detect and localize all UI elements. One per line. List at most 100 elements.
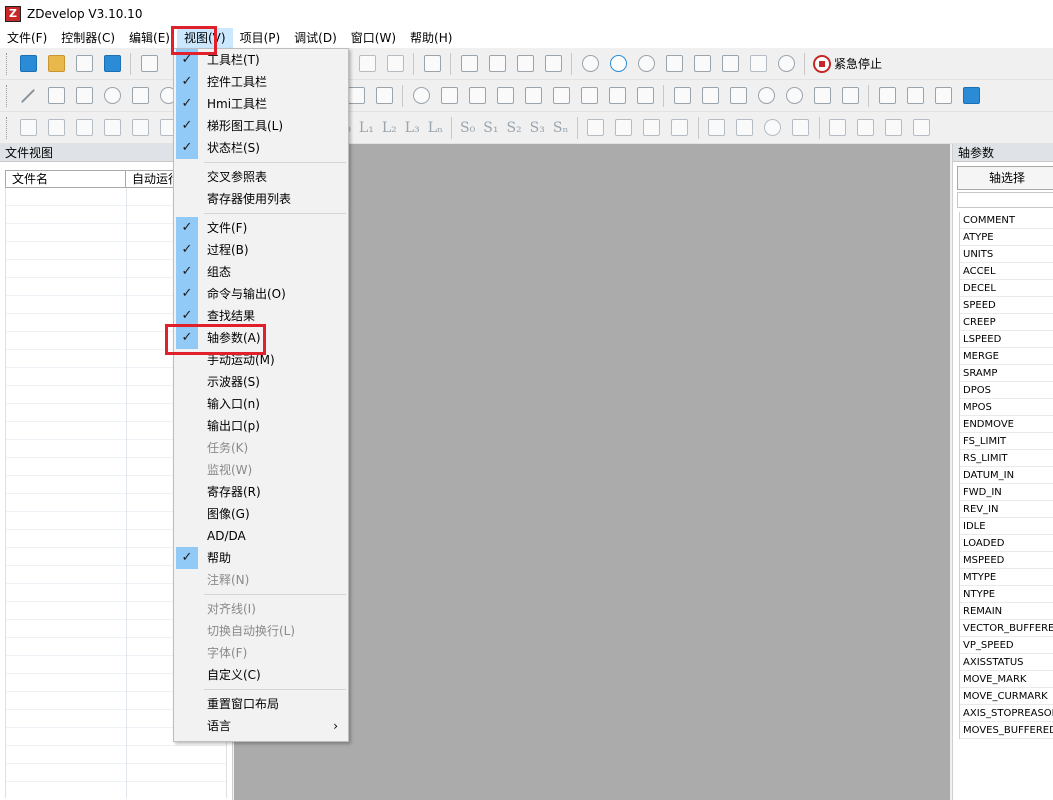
menu-edit[interactable]: 编辑(E) — [122, 28, 177, 48]
run-button[interactable] — [606, 52, 630, 76]
curve-tool-button[interactable] — [128, 84, 152, 108]
palette-tool-button[interactable] — [782, 84, 806, 108]
cad-tool-button[interactable] — [838, 84, 862, 108]
ladder-s1-button[interactable]: S₁ — [483, 120, 498, 136]
keypad-tool-button[interactable] — [465, 84, 489, 108]
step-into-button[interactable] — [662, 52, 686, 76]
ladder-s3-button[interactable]: S₃ — [530, 120, 545, 136]
axis-param-row[interactable]: MSPEED — [960, 552, 1053, 569]
axis-param-row[interactable]: ACCEL — [960, 263, 1053, 280]
center-h-button[interactable] — [128, 116, 152, 140]
ladder-sn-button[interactable]: Sₙ — [553, 120, 569, 136]
run-to-cursor-button[interactable] — [746, 52, 770, 76]
column-filename[interactable]: 文件名 — [6, 171, 126, 187]
contact-rise-button[interactable] — [640, 116, 664, 140]
view-menu-item[interactable]: 示波器(S) — [174, 371, 348, 393]
view-menu-item[interactable]: ✓ 文件(F) — [174, 217, 348, 239]
menu-file[interactable]: 文件(F) — [0, 28, 54, 48]
view-menu-item[interactable]: 输入口(n) — [174, 393, 348, 415]
stop-debug-button[interactable] — [774, 52, 798, 76]
axis-param-row[interactable]: VP_SPEED — [960, 637, 1053, 654]
toolbar-grip[interactable] — [6, 52, 9, 75]
value-tool-button[interactable] — [670, 84, 694, 108]
axis-param-row[interactable]: MERGE — [960, 348, 1053, 365]
text-tool-button[interactable] — [698, 84, 722, 108]
axis-param-row[interactable]: MPOS — [960, 399, 1053, 416]
coil-button[interactable] — [761, 116, 785, 140]
switch-tool-button[interactable] — [521, 84, 545, 108]
view-menu-item[interactable]: ✓ 帮助 — [174, 547, 348, 569]
save-all-button[interactable] — [100, 52, 124, 76]
axis-param-row[interactable]: MTYPE — [960, 569, 1053, 586]
ladder-l3-button[interactable]: L₃ — [405, 120, 420, 136]
menu-help[interactable]: 帮助(H) — [403, 28, 459, 48]
view-menu-item[interactable]: 对齐线(I) — [174, 598, 348, 620]
contact-no-button[interactable] — [584, 116, 608, 140]
print-button[interactable] — [420, 52, 444, 76]
view-menu-item[interactable]: 重置窗口布局 — [174, 693, 348, 715]
axis-param-row[interactable]: LOADED — [960, 535, 1053, 552]
view-menu-item[interactable]: 字体(F) — [174, 642, 348, 664]
view-menu-item[interactable]: ✓ 轴参数(A) — [174, 327, 348, 349]
align-right-button[interactable] — [44, 116, 68, 140]
view-menu-item[interactable]: AD/DA — [174, 525, 348, 547]
pause-button[interactable] — [634, 52, 658, 76]
view-menu-item[interactable]: 图像(G) — [174, 503, 348, 525]
axis-param-row[interactable]: MOVES_BUFFERED — [960, 722, 1053, 739]
axis-param-row[interactable]: IDLE — [960, 518, 1053, 535]
view-menu-item[interactable]: 监视(W) — [174, 459, 348, 481]
contact-nc-button[interactable] — [612, 116, 636, 140]
view-menu-item[interactable]: ✓ 组态 — [174, 261, 348, 283]
axis-param-row[interactable]: COMMENT — [960, 212, 1053, 229]
toolbar-grip[interactable] — [6, 116, 9, 139]
menu-project[interactable]: 项目(P) — [233, 28, 288, 48]
axis-param-row[interactable]: AXISSTATUS — [960, 654, 1053, 671]
ladder-s2-button[interactable]: S₂ — [506, 120, 521, 136]
axis-param-row[interactable]: LSPEED — [960, 331, 1053, 348]
view-menu-item[interactable]: 寄存器使用列表 — [174, 188, 348, 210]
menu-view[interactable]: 视图(V) — [176, 28, 233, 48]
touch-tool-button[interactable] — [605, 84, 629, 108]
view-menu-item[interactable]: ✓ 查找结果 — [174, 305, 348, 327]
delete-hline-button[interactable] — [882, 116, 906, 140]
jump-tool-button[interactable] — [959, 84, 983, 108]
axis-param-row[interactable]: ENDMOVE — [960, 416, 1053, 433]
chart-tool-button[interactable] — [903, 84, 927, 108]
lamp-tool-button[interactable] — [409, 84, 433, 108]
ladder-ln-button[interactable]: Lₙ — [428, 120, 443, 136]
align-left-button[interactable] — [16, 116, 40, 140]
axis-param-row[interactable]: MOVE_CURMARK — [960, 688, 1053, 705]
axis-param-row[interactable]: SRAMP — [960, 365, 1053, 382]
custom-tool-button[interactable] — [931, 84, 955, 108]
polygon-tool-button[interactable] — [100, 84, 124, 108]
view-menu-item[interactable]: 语言 › — [174, 715, 348, 737]
delete-vline-button[interactable] — [910, 116, 934, 140]
number-tool-button[interactable] — [493, 84, 517, 108]
view-menu-item[interactable]: 输出口(p) — [174, 415, 348, 437]
view-menu-item[interactable]: 手动运动(M) — [174, 349, 348, 371]
download-button[interactable] — [541, 52, 565, 76]
axis-param-row[interactable]: REMAIN — [960, 603, 1053, 620]
view-menu-item[interactable]: ✓ Hmi工具栏 — [174, 93, 348, 115]
vline-button[interactable] — [854, 116, 878, 140]
parallel-nc-button[interactable] — [733, 116, 757, 140]
axis-param-row[interactable]: DPOS — [960, 382, 1053, 399]
axis-param-row[interactable]: FS_LIMIT — [960, 433, 1053, 450]
replace-button[interactable] — [485, 52, 509, 76]
open-button[interactable] — [44, 52, 68, 76]
view-menu-item[interactable]: 自定义(C) — [174, 664, 348, 686]
upload-button[interactable] — [513, 52, 537, 76]
menu-window[interactable]: 窗口(W) — [344, 28, 403, 48]
align-top-button[interactable] — [72, 116, 96, 140]
axis-select-button[interactable]: 轴选择 — [957, 166, 1053, 190]
new-file-button[interactable] — [16, 52, 40, 76]
axis-param-row[interactable]: REV_IN — [960, 501, 1053, 518]
copy-button[interactable] — [355, 52, 379, 76]
view-menu-item[interactable]: 注释(N) — [174, 569, 348, 591]
view-menu-item[interactable]: 寄存器(R) — [174, 481, 348, 503]
view-menu-item[interactable]: 任务(K) — [174, 437, 348, 459]
view-menu-item[interactable]: ✓ 过程(B) — [174, 239, 348, 261]
axis-param-row[interactable]: AXIS_STOPREASON — [960, 705, 1053, 722]
emergency-stop-button[interactable]: 紧急停止 — [813, 54, 882, 73]
hline-button[interactable] — [826, 116, 850, 140]
